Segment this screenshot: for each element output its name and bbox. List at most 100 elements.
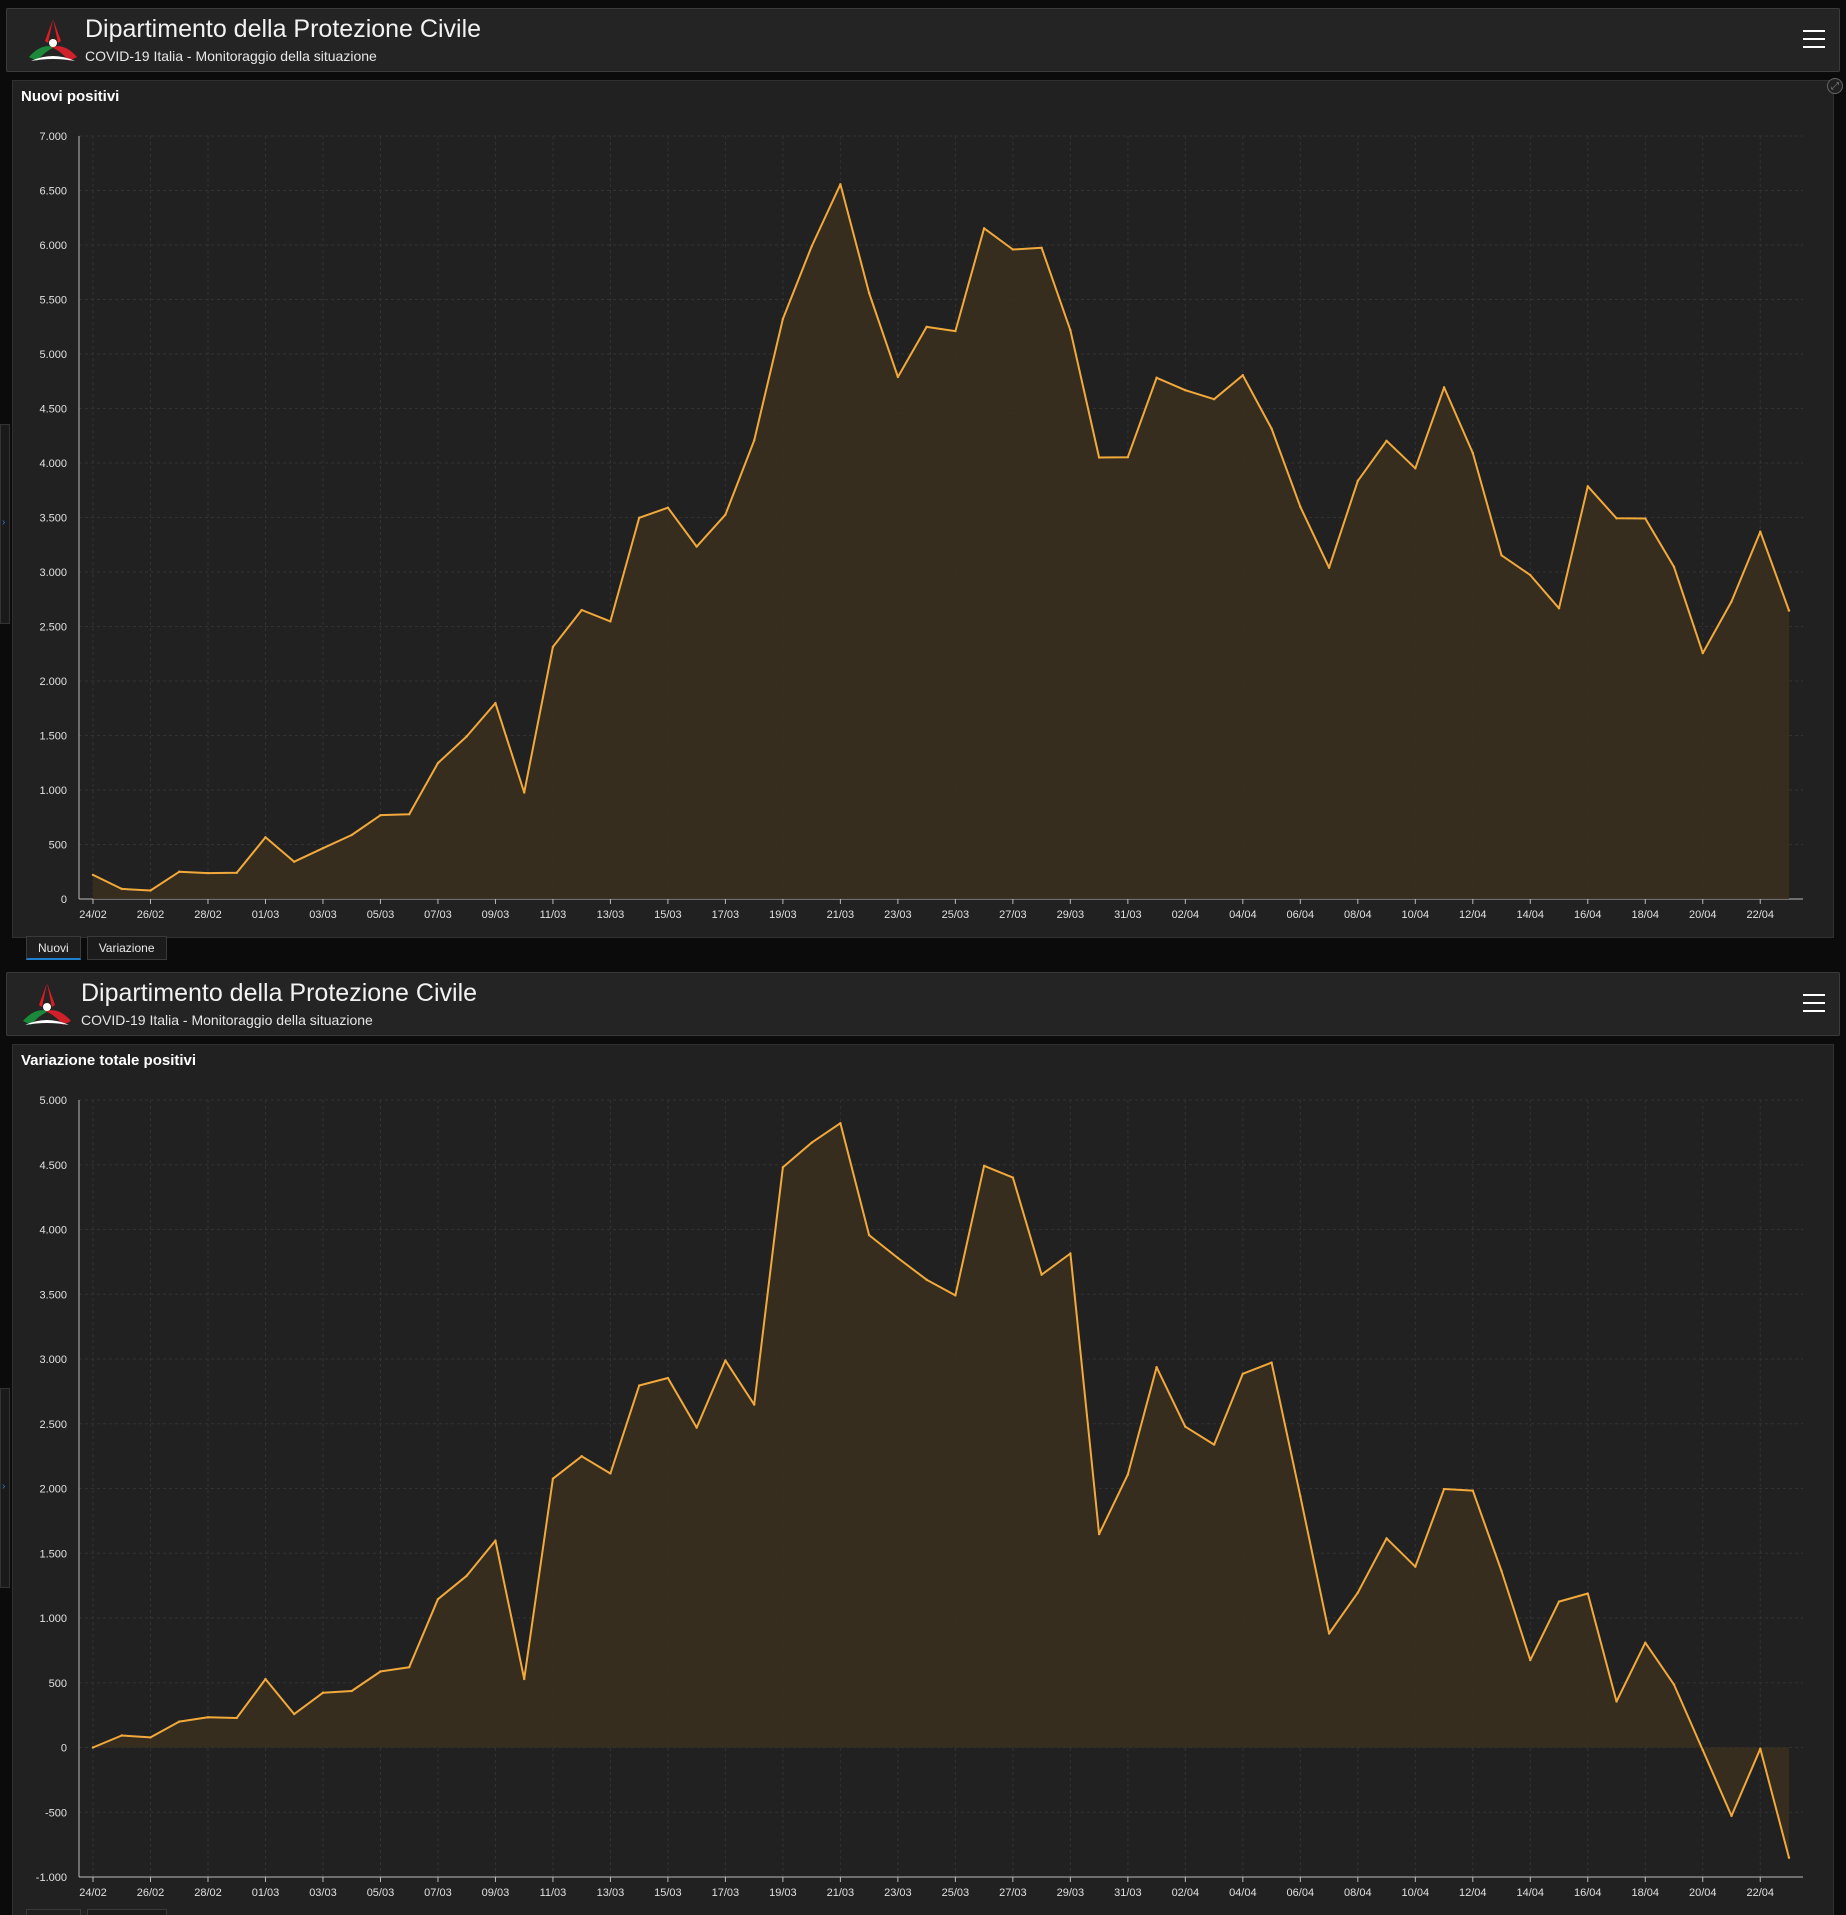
tab-nuovi[interactable]: Nuovi — [26, 1909, 81, 1915]
data-point — [408, 812, 411, 816]
y-tick-label: 2.500 — [39, 622, 67, 634]
x-tick-label: 05/03 — [367, 909, 395, 921]
data-point — [436, 1598, 440, 1601]
sidebar-toggle[interactable]: › — [0, 1388, 10, 1588]
data-point — [321, 1691, 325, 1694]
data-point — [1759, 1747, 1762, 1750]
x-tick-label: 17/03 — [712, 909, 740, 921]
data-point — [982, 1164, 986, 1167]
x-tick-label: 28/02 — [194, 909, 222, 921]
x-tick-label: 29/03 — [1057, 909, 1085, 921]
x-tick-label: 23/03 — [884, 1887, 912, 1899]
x-tick-label: 21/03 — [827, 1887, 855, 1899]
x-tick-label: 03/03 — [309, 909, 337, 921]
data-point — [1586, 485, 1589, 488]
y-tick-label: 1.000 — [39, 785, 67, 797]
data-point — [609, 620, 612, 623]
x-tick-label: 03/03 — [309, 1887, 337, 1899]
tab-nuovi[interactable]: Nuovi — [26, 936, 81, 960]
x-tick-label: 17/03 — [712, 1887, 740, 1899]
y-tick-label: 4.500 — [39, 1160, 67, 1172]
x-tick-label: 09/03 — [482, 909, 510, 921]
x-tick-label: 08/04 — [1344, 909, 1372, 921]
app-title: Dipartimento della Protezione Civile — [81, 979, 478, 1007]
x-tick-label: 26/02 — [137, 1887, 165, 1899]
data-point — [580, 1455, 583, 1458]
sidebar-toggle[interactable]: › — [0, 424, 10, 624]
protezione-civile-logo — [23, 983, 71, 1025]
data-point — [350, 1689, 353, 1693]
x-tick-label: 12/04 — [1459, 1887, 1487, 1899]
x-tick-label: 07/03 — [424, 909, 452, 921]
menu-icon[interactable] — [1803, 30, 1825, 48]
data-point — [1644, 1641, 1647, 1644]
y-tick-label: 2.500 — [39, 1419, 67, 1431]
y-tick-label: -1.000 — [36, 1872, 67, 1884]
x-tick-label: 24/02 — [79, 1887, 107, 1899]
tab-variazione[interactable]: Variazione — [86, 936, 167, 960]
data-point — [925, 1278, 928, 1281]
data-point — [666, 1376, 670, 1380]
x-tick-label: 10/04 — [1402, 1887, 1430, 1899]
x-tick-label: 11/03 — [540, 909, 567, 921]
x-tick-label: 15/03 — [654, 1887, 682, 1899]
x-tick-label: 06/04 — [1287, 909, 1315, 921]
data-point — [954, 1294, 957, 1297]
x-tick-label: 13/03 — [597, 909, 625, 921]
x-tick-label: 31/03 — [1114, 1887, 1142, 1899]
data-point — [580, 608, 583, 612]
data-point — [1212, 398, 1216, 401]
app-header: Dipartimento della Protezione Civile COV… — [6, 8, 1840, 72]
y-tick-label: 3.000 — [39, 567, 67, 579]
data-point — [637, 1384, 641, 1387]
data-point — [1155, 1365, 1158, 1369]
y-tick-label: 0 — [61, 1743, 67, 1755]
data-point — [1327, 1632, 1331, 1635]
x-tick-label: 26/02 — [137, 909, 165, 921]
data-point — [1327, 566, 1331, 569]
chart-panel-variazione: Variazione totale positivi -1.000 -500 0 50… — [12, 1044, 1834, 1915]
data-point — [1241, 1372, 1245, 1375]
y-tick-label: 6.000 — [39, 240, 67, 252]
y-tick-label: 6.500 — [39, 186, 67, 198]
data-point — [1615, 517, 1618, 520]
data-point — [752, 1403, 756, 1406]
app-subtitle: COVID-19 Italia - Monitoraggio della sit… — [81, 1012, 373, 1028]
x-tick-label: 27/03 — [999, 909, 1027, 921]
x-tick-label: 28/02 — [194, 1887, 222, 1899]
data-point — [206, 871, 210, 875]
x-tick-label: 09/03 — [482, 1887, 510, 1899]
data-point — [781, 317, 785, 321]
x-tick-label: 04/04 — [1229, 909, 1257, 921]
tab-variazione[interactable]: Variazione — [86, 1909, 167, 1915]
data-point — [896, 1256, 900, 1260]
data-point — [1011, 1176, 1015, 1179]
y-tick-label: -500 — [45, 1807, 67, 1819]
data-point — [551, 1477, 555, 1480]
x-tick-label: 24/02 — [79, 909, 107, 921]
menu-icon[interactable] — [1803, 994, 1825, 1012]
data-point — [925, 325, 928, 329]
data-point — [178, 870, 181, 873]
x-tick-label: 20/04 — [1689, 909, 1717, 921]
data-point — [1270, 1361, 1273, 1364]
data-point — [379, 1670, 382, 1673]
x-tick-label: 10/04 — [1402, 909, 1430, 921]
data-point — [1040, 246, 1043, 250]
data-point — [379, 813, 382, 817]
x-tick-label: 06/04 — [1287, 1887, 1315, 1899]
data-point — [1069, 1252, 1072, 1255]
x-tick-label: 13/03 — [597, 1887, 625, 1899]
data-point — [1126, 1473, 1130, 1476]
data-point — [436, 761, 440, 765]
y-tick-label: 1.000 — [39, 1613, 67, 1625]
y-tick-label: 1.500 — [39, 731, 67, 743]
data-point — [1759, 530, 1762, 533]
data-point — [235, 871, 238, 875]
data-point — [178, 1720, 181, 1723]
data-point — [1126, 456, 1130, 459]
x-tick-label: 19/03 — [769, 909, 797, 921]
data-point — [350, 833, 353, 837]
x-tick-label: 14/04 — [1517, 1887, 1545, 1899]
x-tick-label: 12/04 — [1459, 909, 1487, 921]
